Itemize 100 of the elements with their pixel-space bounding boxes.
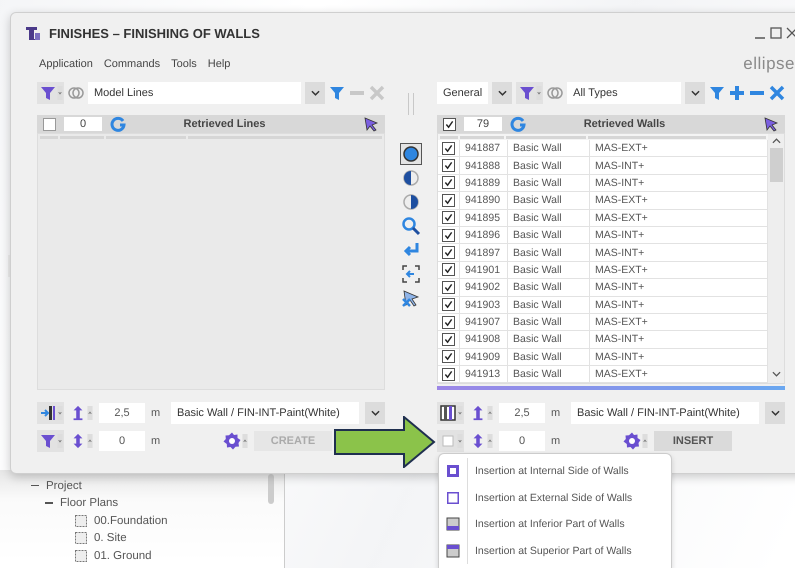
checkbox[interactable] [43, 118, 56, 130]
table-cell: Basic Wall [508, 244, 590, 261]
checkbox[interactable] [442, 332, 455, 346]
filter-icon[interactable] [519, 85, 536, 101]
mode-button[interactable] [37, 402, 64, 424]
wall-type-select[interactable]: Basic Wall / FIN-INT-Paint(White) [171, 402, 359, 424]
unit-label: m [551, 435, 562, 447]
checkbox[interactable] [442, 368, 455, 381]
cursor-cross-icon [401, 288, 421, 308]
menu-item[interactable]: Application [39, 58, 93, 70]
scroll-down-icon[interactable] [772, 371, 780, 377]
checkbox[interactable] [442, 316, 455, 329]
dropdown-button[interactable] [492, 82, 512, 104]
scrollbar[interactable] [768, 134, 784, 383]
height-field[interactable]: 2,5 [499, 403, 545, 423]
caret-icon [487, 406, 493, 420]
category-select[interactable]: General [437, 82, 488, 104]
checkbox[interactable] [442, 176, 455, 190]
table-cell: Basic Wall [508, 174, 590, 192]
count-field[interactable]: 0 [64, 117, 102, 131]
focus-icon [401, 264, 421, 284]
filter-button[interactable] [516, 82, 544, 104]
table-cell: 941908 [460, 331, 508, 348]
menu-item[interactable]: Insertion at Superior Part of Walls [468, 544, 632, 557]
unit-label: m [151, 407, 162, 419]
refresh-icon[interactable] [510, 116, 526, 132]
checkbox[interactable] [442, 159, 455, 172]
height-field[interactable]: 2,5 [99, 403, 145, 423]
scroll-up-icon[interactable] [772, 138, 780, 144]
checkbox[interactable] [442, 280, 455, 294]
menu-item[interactable]: Insertion at Inferior Part of Walls [468, 518, 625, 530]
menu-item[interactable]: Commands [104, 58, 160, 70]
mode-button[interactable] [437, 402, 464, 424]
window-title: FINISHES – FINISHING OF WALLS [49, 26, 261, 40]
checkbox[interactable] [442, 350, 455, 364]
scrollbar[interactable] [268, 474, 274, 504]
settings-icon[interactable] [223, 432, 241, 450]
table-cell: Basic Wall [508, 279, 590, 296]
filter-button[interactable] [37, 82, 64, 104]
list-title: Retrieved Lines [182, 118, 266, 130]
unit-label: m [151, 435, 162, 447]
table-cell: 941889 [460, 174, 508, 192]
checkbox[interactable] [443, 118, 456, 130]
insertion-icon [446, 544, 460, 558]
menu-item[interactable]: Insertion at External Side of Walls [468, 492, 632, 504]
cursor-icon[interactable] [363, 116, 379, 132]
tree-item[interactable]: 00.Foundation [94, 514, 168, 527]
filter-icon[interactable] [40, 85, 56, 101]
checkbox[interactable] [442, 298, 455, 312]
table-cell: 941888 [460, 157, 508, 174]
checkbox[interactable] [442, 142, 455, 155]
checkbox[interactable] [442, 246, 455, 260]
table-cell: Basic Wall [508, 366, 590, 382]
checkbox[interactable] [442, 194, 455, 207]
category-select[interactable]: Model Lines [88, 82, 301, 104]
tool-button[interactable] [400, 263, 422, 285]
menu-item[interactable]: Help [208, 58, 230, 70]
plus-icon[interactable] [729, 85, 745, 101]
refresh-icon[interactable] [110, 116, 126, 132]
insertion-icon [446, 464, 460, 478]
close-icon[interactable] [785, 26, 795, 40]
splitter-handle[interactable] [408, 93, 414, 115]
tree-item[interactable]: 0. Site [94, 532, 127, 544]
count-field[interactable]: 79 [464, 117, 502, 131]
offset-field[interactable]: 0 [499, 431, 545, 451]
search-icon [401, 216, 421, 236]
table-cell: Basic Wall [508, 296, 590, 313]
scroll-thumb[interactable] [770, 148, 782, 182]
dropdown-button[interactable] [365, 402, 385, 424]
checkbox[interactable] [442, 263, 455, 276]
insert-icon [40, 405, 56, 421]
offset-field[interactable]: 0 [99, 431, 145, 451]
checkbox[interactable] [442, 228, 455, 242]
close-icon[interactable] [769, 85, 785, 101]
action-button[interactable]: INSERT [654, 431, 732, 451]
tree-item[interactable]: Project [46, 480, 82, 492]
insertion-icon [446, 490, 460, 505]
checkbox[interactable] [442, 211, 455, 224]
tool-button[interactable] [400, 215, 422, 237]
filter-icon[interactable] [709, 85, 725, 101]
table-cell: Basic Wall [508, 262, 590, 278]
menu-item[interactable]: Insertion at Internal Side of Walls [468, 465, 629, 478]
settings-icon[interactable] [623, 432, 641, 450]
cursor-icon[interactable] [763, 116, 779, 132]
table-cell: Basic Wall [508, 192, 590, 209]
type-select[interactable]: All Types [567, 82, 681, 104]
tree-item[interactable]: Floor Plans [60, 497, 118, 510]
dropdown-button[interactable] [305, 82, 325, 104]
maximize-icon[interactable] [769, 26, 783, 40]
tree-item[interactable]: 01. Ground [94, 550, 152, 562]
insertion-icon [446, 517, 460, 532]
wall-type-select[interactable]: Basic Wall / FIN-INT-Paint(White) [571, 402, 759, 424]
menu-item[interactable]: Tools [171, 58, 197, 70]
logo: ellipse [743, 54, 795, 74]
filter-icon[interactable] [329, 85, 345, 101]
dropdown-button[interactable] [765, 402, 785, 424]
chevron-down-icon [690, 90, 700, 96]
tool-button[interactable] [400, 143, 422, 165]
table-cell: 941903 [460, 296, 508, 313]
dropdown-button[interactable] [685, 82, 705, 104]
